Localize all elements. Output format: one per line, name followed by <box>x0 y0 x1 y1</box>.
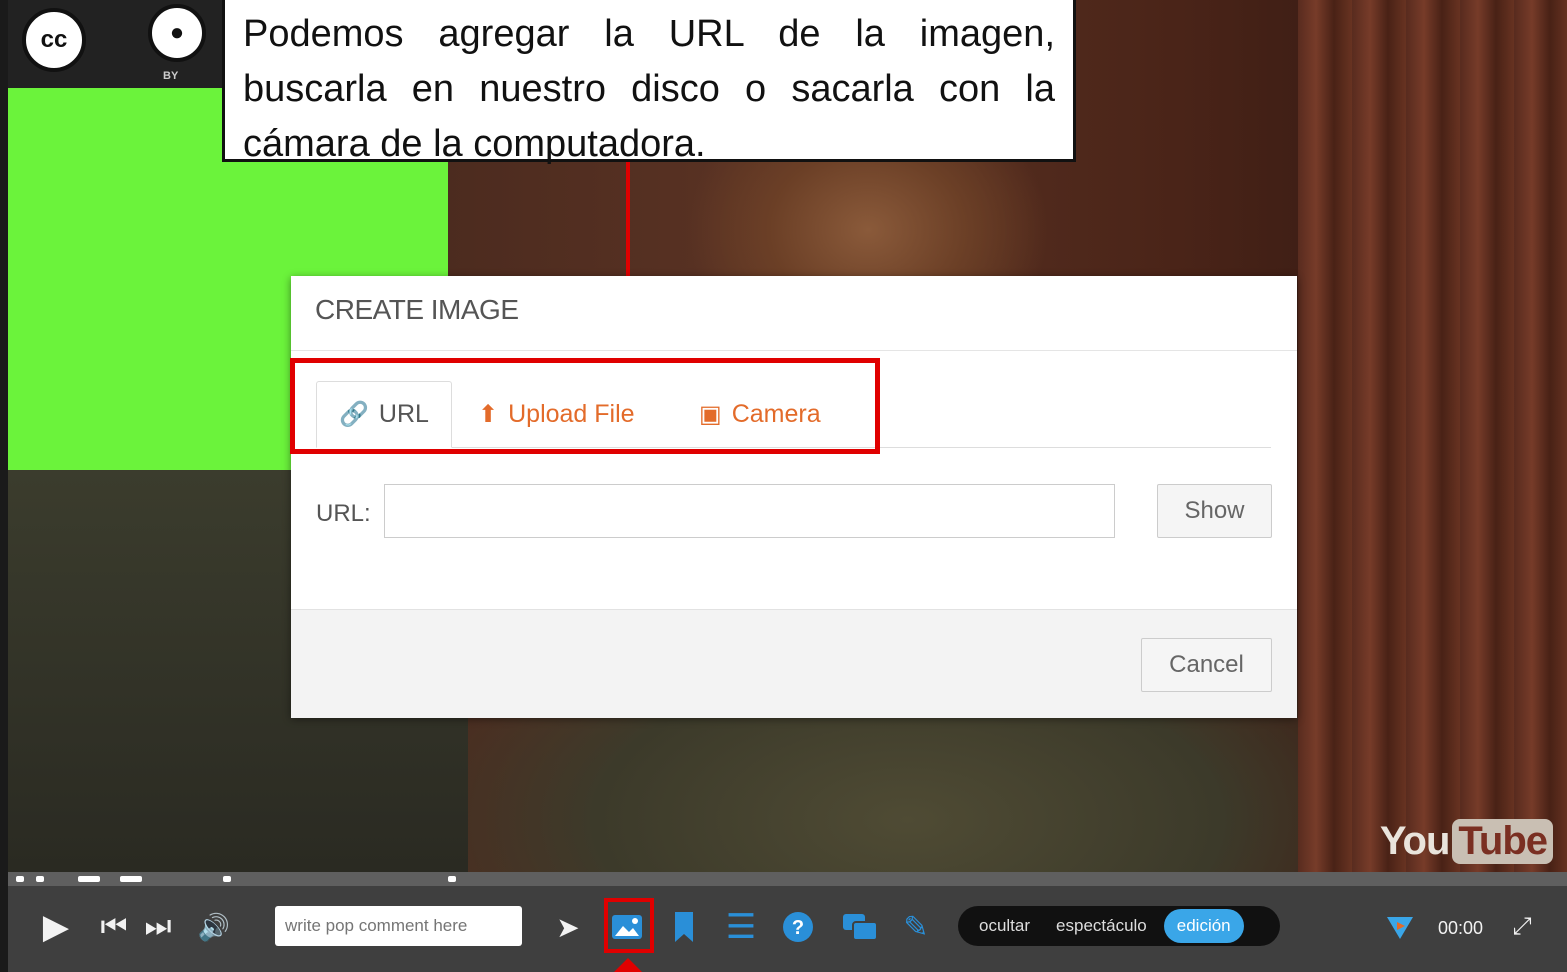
dialog-title: CREATE IMAGE <box>291 276 1297 351</box>
pencil-icon[interactable]: ✎ <box>898 902 934 952</box>
url-input[interactable] <box>384 484 1115 538</box>
timeline-marker <box>16 876 24 882</box>
youtube-logo-you: You <box>1379 819 1451 863</box>
timeline-marker <box>78 876 100 882</box>
list-icon[interactable]: ☰ <box>723 902 759 952</box>
pop-comment-input[interactable] <box>275 906 522 946</box>
mode-edicion[interactable]: edición <box>1163 909 1244 943</box>
pointer-icon[interactable]: ➤ <box>551 902 585 952</box>
bookmark-icon[interactable] <box>670 902 698 952</box>
timeline-marker <box>448 876 456 882</box>
mode-ocultar[interactable]: ocultar <box>966 909 1043 943</box>
mode-switcher: ocultar espectáculo edición <box>958 906 1280 946</box>
svg-text:?: ? <box>792 917 804 939</box>
youtube-logo: You Tube <box>1380 819 1553 864</box>
play-icon[interactable]: ▶ <box>36 902 76 952</box>
time-display: 00:00 <box>1438 918 1484 938</box>
fullscreen-icon[interactable]: ⤢ <box>1506 902 1538 952</box>
youtube-logo-tube: Tube <box>1452 819 1553 864</box>
volume-icon[interactable]: 🔊 <box>194 902 234 952</box>
cc-icon: cc <box>22 8 86 72</box>
mode-espectaculo[interactable]: espectáculo <box>1043 909 1160 943</box>
cancel-button[interactable]: Cancel <box>1141 638 1272 692</box>
player-controls: ▶ ⏮ ⏭ 🔊 ➤ ☰ ? ✎ ocultar espectáculo edic… <box>8 886 1567 972</box>
timeline-marker <box>36 876 44 882</box>
comments-icon[interactable] <box>840 902 880 952</box>
curtain-background <box>1298 0 1567 872</box>
create-image-dialog: CREATE IMAGE 🔗 URL ⬆ Upload File ▣ Camer… <box>291 276 1297 718</box>
dialog-footer: Cancel <box>291 609 1297 718</box>
cc-by-label: BY <box>163 70 179 82</box>
tabs-highlight-box <box>290 358 880 454</box>
image-button-highlight <box>604 898 654 953</box>
timeline-progress-bar[interactable] <box>8 872 1567 886</box>
question-icon[interactable]: ? <box>780 902 816 952</box>
timeline-marker <box>120 876 142 882</box>
skip-back-icon[interactable]: ⏮ <box>96 902 132 952</box>
show-button[interactable]: Show <box>1157 484 1272 538</box>
brand-play-icon[interactable] <box>1384 902 1416 952</box>
url-label: URL: <box>316 500 371 527</box>
skip-forward-icon[interactable]: ⏭ <box>140 902 176 952</box>
creative-commons-badge: cc ● BY <box>8 0 228 88</box>
bottom-arrow-head <box>614 958 642 972</box>
annotation-callout: Podemos agregar la URL de la imagen, bus… <box>222 0 1076 165</box>
attribution-icon: ● <box>148 4 206 62</box>
timeline-marker <box>223 876 231 882</box>
